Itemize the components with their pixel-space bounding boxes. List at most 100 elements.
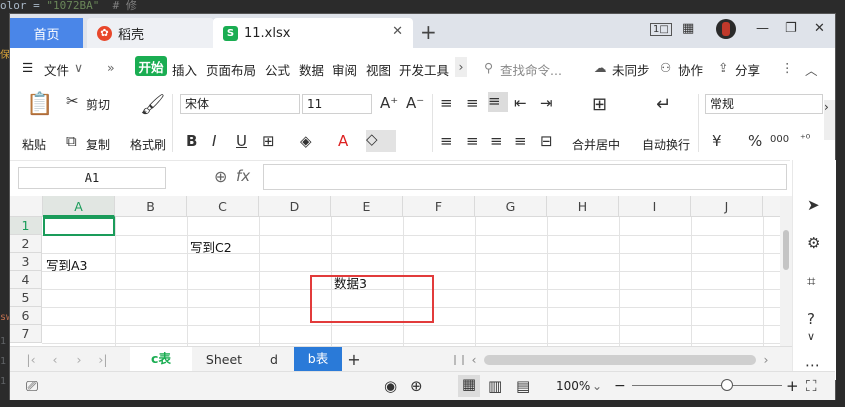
zoom-level[interactable]: 100% <box>556 379 590 393</box>
display-mode-icon[interactable]: ⊕ <box>410 377 423 395</box>
zoom-formula-icon[interactable]: ⊕ <box>214 167 227 186</box>
decimal-increase-icon[interactable]: ⁺⁰ <box>800 132 810 145</box>
scissors-icon[interactable]: ✂ <box>66 92 79 110</box>
row-header-6[interactable]: 6 <box>10 307 42 325</box>
number-format-select[interactable]: 常规 <box>705 94 823 114</box>
clear-format-icon[interactable]: ◇ <box>366 130 396 152</box>
font-size-select[interactable]: 11 <box>302 94 372 114</box>
expand-icon[interactable]: » <box>107 60 115 75</box>
eye-protection-icon[interactable]: ◉ <box>384 377 397 395</box>
zoom-in-button[interactable]: + <box>786 377 799 395</box>
app-grid-icon[interactable]: ▦ <box>682 21 694 36</box>
sheet-tab-d[interactable]: d <box>256 350 292 370</box>
zoom-slider-thumb[interactable] <box>721 379 733 391</box>
column-header-a[interactable]: A <box>43 196 115 217</box>
sync-status[interactable]: 未同步 <box>612 60 650 79</box>
menu-formula[interactable]: 公式 <box>265 60 290 79</box>
brush-icon[interactable]: 🖌 <box>140 92 165 116</box>
column-header-b[interactable]: B <box>115 196 187 217</box>
close-window-icon[interactable]: ✕ <box>814 21 825 36</box>
fx-icon[interactable]: fx <box>236 167 250 185</box>
row-header-5[interactable]: 5 <box>10 289 42 307</box>
new-tab-button[interactable]: + <box>420 20 437 44</box>
last-sheet-icon[interactable]: ›| <box>96 350 110 370</box>
merge-icon[interactable]: ⊞ <box>592 94 607 115</box>
scroll-right-icon[interactable]: › <box>760 350 772 370</box>
horizontal-scroll-thumb[interactable] <box>484 355 756 365</box>
menu-review[interactable]: 审阅 <box>332 60 357 79</box>
more-icon[interactable]: ⋮ <box>781 60 794 75</box>
menu-start[interactable]: 开始 <box>135 56 167 76</box>
sheet-tab-sheet[interactable]: Sheet <box>194 350 254 370</box>
collapse-ribbon-icon[interactable]: ︿ <box>805 60 818 79</box>
corner-select-all[interactable] <box>10 196 43 217</box>
menu-developer[interactable]: 开发工具 <box>399 60 449 79</box>
menu-view[interactable]: 视图 <box>366 60 391 79</box>
share-button[interactable]: 分享 <box>735 60 760 79</box>
vertical-scrollbar[interactable] <box>780 196 792 346</box>
zoom-dropdown-icon[interactable]: ⌄ <box>592 379 602 393</box>
font-color-icon[interactable]: A <box>338 132 348 150</box>
align-middle-icon[interactable]: ≡ <box>466 94 479 112</box>
italic-button[interactable]: I <box>212 132 216 150</box>
currency-button[interactable]: ¥ <box>712 132 722 150</box>
menu-file[interactable]: 文件 <box>44 60 69 79</box>
macro-record-icon[interactable]: ⎚ <box>26 377 38 395</box>
column-header-i[interactable]: I <box>619 196 691 217</box>
sheet-tab-b[interactable]: b表 <box>294 347 342 371</box>
menu-data[interactable]: 数据 <box>299 60 324 79</box>
column-header-d[interactable]: D <box>259 196 331 217</box>
cut-button[interactable]: 剪切 <box>86 96 110 113</box>
align-right-icon[interactable]: ≡ <box>490 132 503 150</box>
cell-a3[interactable]: 写到A3 <box>46 255 88 274</box>
align-center-icon[interactable]: ≡ <box>466 132 479 150</box>
border-icon[interactable]: ⊞ <box>262 132 275 150</box>
align-left-icon[interactable]: ≡ <box>440 132 453 150</box>
scroll-left-icon[interactable]: ‹ <box>468 350 480 370</box>
justify-icon[interactable]: ≡ <box>514 132 527 150</box>
format-painter-button[interactable]: 格式刷 <box>130 136 166 153</box>
row-header-3[interactable]: 3 <box>10 253 42 271</box>
indent-increase-icon[interactable]: ⇥ <box>540 94 553 112</box>
add-sheet-button[interactable]: + <box>344 350 364 370</box>
fill-color-icon[interactable]: ◈ <box>300 132 312 150</box>
tab-home[interactable]: 首页 <box>10 18 83 48</box>
zoom-slider-track[interactable] <box>632 385 782 386</box>
font-shrink-icon[interactable]: A⁻ <box>406 94 424 112</box>
copy-button[interactable]: 复制 <box>86 136 110 153</box>
selected-cell-a1[interactable] <box>43 217 115 236</box>
hamburger-icon[interactable]: ☰ <box>22 60 33 75</box>
chevron-down-icon[interactable]: ∨ <box>807 330 815 343</box>
tab-daoke[interactable]: ✿ 稻壳 <box>87 18 214 48</box>
formula-input[interactable] <box>263 164 787 190</box>
avatar[interactable] <box>716 19 736 39</box>
restore-icon[interactable]: ❐ <box>785 21 797 36</box>
column-header-g[interactable]: G <box>475 196 547 217</box>
chevron-down-icon[interactable]: ∨ <box>74 60 83 75</box>
column-header-f[interactable]: F <box>403 196 475 217</box>
page-layout-view-icon[interactable]: ▥ <box>488 377 502 395</box>
merge-center-button[interactable]: 合并居中 <box>572 136 620 153</box>
row-header-2[interactable]: 2 <box>10 235 42 253</box>
bold-button[interactable]: B <box>186 132 197 150</box>
cell-c2[interactable]: 写到C2 <box>190 237 232 256</box>
tab-file-11xlsx[interactable]: S 11.xlsx ✕ <box>213 18 413 48</box>
paste-button[interactable]: 粘贴 <box>22 136 46 153</box>
wrap-icon[interactable]: ↵ <box>656 94 671 115</box>
percent-button[interactable]: % <box>748 132 762 150</box>
ribbon-scroll-right-icon[interactable]: › <box>824 100 835 140</box>
vertical-scroll-thumb[interactable] <box>783 230 789 270</box>
zoom-out-button[interactable]: − <box>614 378 626 394</box>
select-cursor-icon[interactable]: ➤ <box>807 196 820 214</box>
row-header-7[interactable]: 7 <box>10 325 42 343</box>
menu-scroll-right-icon[interactable]: › <box>455 57 467 77</box>
next-sheet-icon[interactable]: › <box>72 350 86 370</box>
crop-icon[interactable]: ⌗ <box>807 272 815 290</box>
page-break-view-icon[interactable]: ▤ <box>516 377 530 395</box>
command-search[interactable]: 查找命令... <box>500 60 562 79</box>
column-header-k[interactable] <box>763 196 780 217</box>
row-header-1[interactable]: 1 <box>10 217 42 235</box>
first-sheet-icon[interactable]: |‹ <box>24 350 38 370</box>
normal-view-icon[interactable]: ▦ <box>458 375 480 397</box>
sheet-tab-c[interactable]: c表 <box>130 347 192 371</box>
